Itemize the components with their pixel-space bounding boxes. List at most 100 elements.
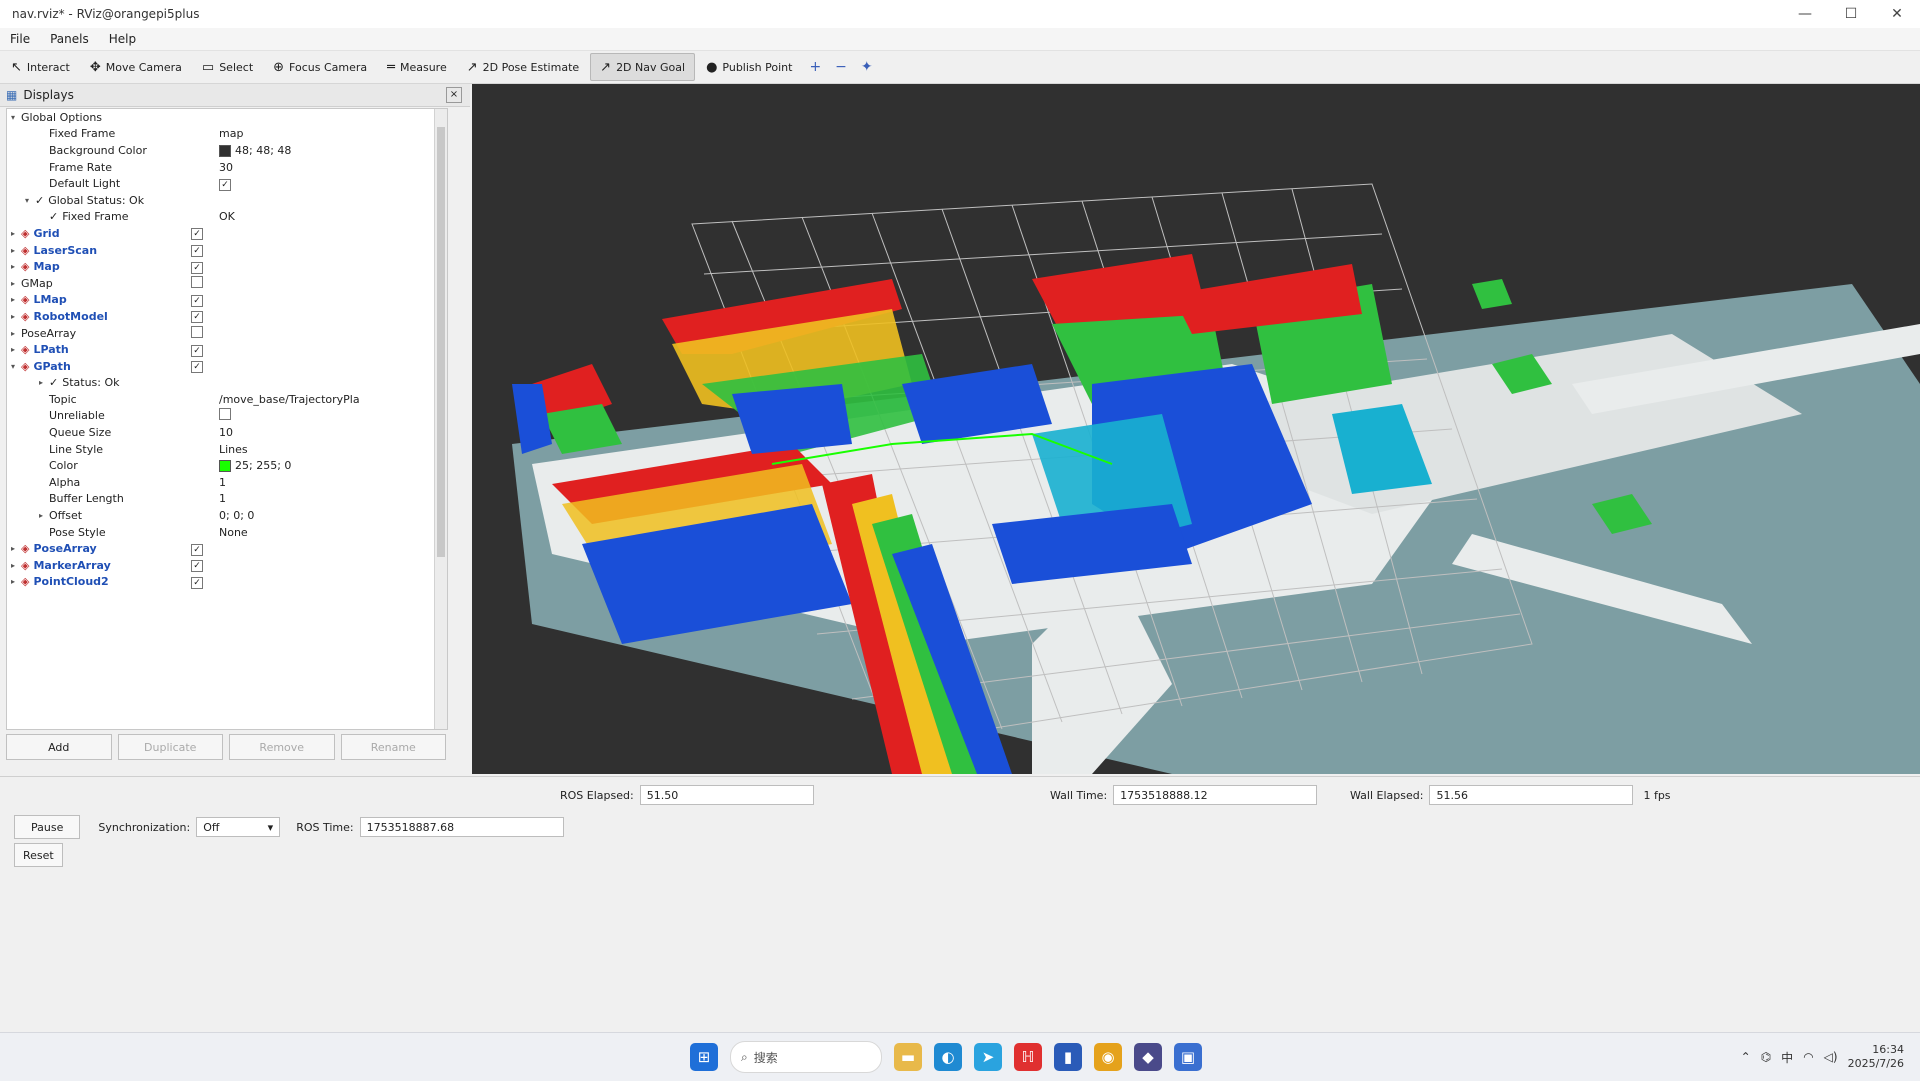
display-row[interactable]: Frame Rate 30 bbox=[7, 159, 447, 176]
display-row[interactable]: Fixed Frame map bbox=[7, 126, 447, 143]
enable-checkbox[interactable]: ✓ bbox=[191, 261, 203, 274]
display-row[interactable]: Buffer Length 1 bbox=[7, 491, 447, 508]
expand-down-icon[interactable]: ▾ bbox=[25, 196, 35, 205]
telegram-icon[interactable]: ➤ bbox=[974, 1043, 1002, 1071]
display-row[interactable]: Topic/move_base/TrajectoryPla bbox=[7, 391, 447, 408]
tool-interact[interactable]: ↖ Interact bbox=[2, 54, 79, 80]
tool-publish-point[interactable]: ● Publish Point bbox=[697, 54, 801, 80]
menu-help[interactable]: Help bbox=[99, 32, 146, 46]
enable-checkbox[interactable]: ✓ bbox=[191, 576, 203, 589]
expand-right-icon[interactable]: ▸ bbox=[11, 329, 21, 338]
remove-button[interactable]: Remove bbox=[229, 734, 335, 760]
expand-right-icon[interactable]: ▸ bbox=[11, 561, 21, 570]
expand-right-icon[interactable]: ▸ bbox=[11, 345, 21, 354]
displays-tree[interactable]: ▾ Global Options Fixed Frame map Background … bbox=[6, 108, 448, 730]
expand-right-icon[interactable]: ▸ bbox=[39, 378, 49, 387]
tool-select[interactable]: ▭ Select bbox=[193, 54, 262, 80]
expand-right-icon[interactable]: ▸ bbox=[11, 279, 21, 288]
enable-checkbox[interactable]: ✓ bbox=[191, 361, 203, 374]
display-row[interactable]: ▸ ◈ PoseArray ✓ bbox=[7, 540, 447, 557]
display-row[interactable]: ▸ ◈ MarkerArray ✓ bbox=[7, 557, 447, 574]
enable-checkbox[interactable]: ✓ bbox=[191, 245, 203, 258]
display-row[interactable]: ▸ PoseArray bbox=[7, 325, 447, 342]
volume-icon[interactable]: ◁) bbox=[1824, 1050, 1838, 1064]
display-row[interactable]: ▸ ◈ PointCloud2 ✓ bbox=[7, 574, 447, 591]
display-row[interactable]: ▸ ◈ LaserScan ✓ bbox=[7, 242, 447, 259]
tree-scrollbar[interactable] bbox=[434, 109, 447, 729]
add-button[interactable]: Add bbox=[6, 734, 112, 760]
color-swatch[interactable] bbox=[219, 144, 231, 157]
display-row[interactable]: Alpha 1 bbox=[7, 474, 447, 491]
app-tool-icon[interactable]: ◆ bbox=[1134, 1043, 1162, 1071]
display-row[interactable]: Pose Style None bbox=[7, 524, 447, 541]
app-red-icon[interactable]: ℍ bbox=[1014, 1043, 1042, 1071]
ime-icon[interactable]: 中 bbox=[1781, 1049, 1793, 1066]
display-row[interactable]: ▾ Global Options bbox=[7, 109, 447, 126]
file-explorer-icon[interactable]: ▬ bbox=[894, 1043, 922, 1071]
color-swatch[interactable] bbox=[219, 460, 231, 473]
enable-checkbox[interactable] bbox=[191, 275, 203, 288]
tool-measure[interactable]: ═ Measure bbox=[378, 54, 456, 80]
display-row[interactable]: ▸ GMap bbox=[7, 275, 447, 292]
enable-checkbox[interactable] bbox=[219, 408, 231, 421]
remove-tool-icon[interactable]: − bbox=[829, 54, 853, 80]
windows-start-icon[interactable]: ⊞ bbox=[690, 1043, 718, 1071]
display-row[interactable]: Background Color 48; 48; 48 bbox=[7, 142, 447, 159]
display-row[interactable]: ▸ ◈ LPath ✓ bbox=[7, 341, 447, 358]
edge-icon[interactable]: ◐ bbox=[934, 1043, 962, 1071]
enable-checkbox[interactable]: ✓ bbox=[191, 228, 203, 241]
tool-move-camera[interactable]: ✥ Move Camera bbox=[81, 54, 191, 80]
expand-right-icon[interactable]: ▸ bbox=[11, 246, 21, 255]
display-row[interactable]: Default Light ✓ bbox=[7, 175, 447, 192]
display-row[interactable]: ▸ ◈ Map ✓ bbox=[7, 258, 447, 275]
menu-file[interactable]: File bbox=[0, 32, 40, 46]
tool-2d-nav-goal[interactable]: ↗ 2D Nav Goal bbox=[590, 53, 696, 81]
sync-select[interactable]: Off ▾ bbox=[196, 817, 281, 837]
pause-button[interactable]: Pause bbox=[14, 815, 81, 839]
app-running-icon[interactable]: ▣ bbox=[1174, 1043, 1202, 1071]
tool-focus-camera[interactable]: ⊕ Focus Camera bbox=[264, 54, 376, 80]
enable-checkbox[interactable]: ✓ bbox=[191, 311, 203, 324]
display-row[interactable]: ▾ ◈ GPath ✓ bbox=[7, 358, 447, 375]
enable-checkbox[interactable]: ✓ bbox=[191, 560, 203, 573]
display-row[interactable]: ✓ Fixed Frame OK bbox=[7, 209, 447, 226]
rename-button[interactable]: Rename bbox=[340, 734, 446, 760]
display-row[interactable]: ▸ ◈ Grid ✓ bbox=[7, 225, 447, 242]
clock[interactable]: 16:34 2025/7/26 bbox=[1848, 1043, 1904, 1071]
expand-right-icon[interactable]: ▸ bbox=[39, 511, 49, 520]
enable-checkbox[interactable]: ✓ bbox=[191, 543, 203, 556]
duplicate-button[interactable]: Duplicate bbox=[117, 734, 223, 760]
expand-down-icon[interactable]: ▾ bbox=[11, 362, 21, 371]
3d-viewport[interactable] bbox=[472, 84, 1920, 774]
search-box[interactable]: ⌕ 搜索 bbox=[730, 1041, 882, 1073]
minimize-button[interactable]: — bbox=[1782, 0, 1828, 28]
display-row[interactable]: Color 25; 255; 0 bbox=[7, 457, 447, 474]
add-tool-icon[interactable]: + bbox=[803, 54, 827, 80]
expand-right-icon[interactable]: ▸ bbox=[11, 229, 21, 238]
display-row[interactable]: Queue Size 10 bbox=[7, 424, 447, 441]
close-panel-icon[interactable]: × bbox=[446, 87, 462, 103]
enable-checkbox[interactable]: ✓ bbox=[219, 178, 231, 191]
display-row[interactable]: ▸ ◈ RobotModel ✓ bbox=[7, 308, 447, 325]
expand-right-icon[interactable]: ▸ bbox=[11, 262, 21, 271]
wifi-icon[interactable]: ◠ bbox=[1803, 1050, 1813, 1064]
menu-panels[interactable]: Panels bbox=[40, 32, 99, 46]
chrome-icon[interactable]: ◉ bbox=[1094, 1043, 1122, 1071]
reset-button[interactable]: Reset bbox=[14, 843, 63, 867]
expand-right-icon[interactable]: ▸ bbox=[11, 295, 21, 304]
display-row[interactable]: ▸ ◈ LMap ✓ bbox=[7, 292, 447, 309]
network-icon[interactable]: ⌬ bbox=[1761, 1050, 1771, 1064]
display-row[interactable]: ▸ Offset 0; 0; 0 bbox=[7, 507, 447, 524]
display-row[interactable]: Unreliable bbox=[7, 408, 447, 425]
expand-down-icon[interactable]: ▾ bbox=[11, 113, 21, 122]
maximize-button[interactable]: ☐ bbox=[1828, 0, 1874, 28]
chevron-up-icon[interactable]: ⌃ bbox=[1741, 1050, 1751, 1064]
enable-checkbox[interactable] bbox=[191, 325, 203, 338]
tool-2d-pose-estimate[interactable]: ↗ 2D Pose Estimate bbox=[458, 54, 588, 80]
enable-checkbox[interactable]: ✓ bbox=[191, 344, 203, 357]
expand-right-icon[interactable]: ▸ bbox=[11, 312, 21, 321]
enable-checkbox[interactable]: ✓ bbox=[191, 294, 203, 307]
display-row[interactable]: Line Style Lines bbox=[7, 441, 447, 458]
app-blue-icon[interactable]: ▮ bbox=[1054, 1043, 1082, 1071]
display-row[interactable]: ▾ ✓ Global Status: Ok bbox=[7, 192, 447, 209]
